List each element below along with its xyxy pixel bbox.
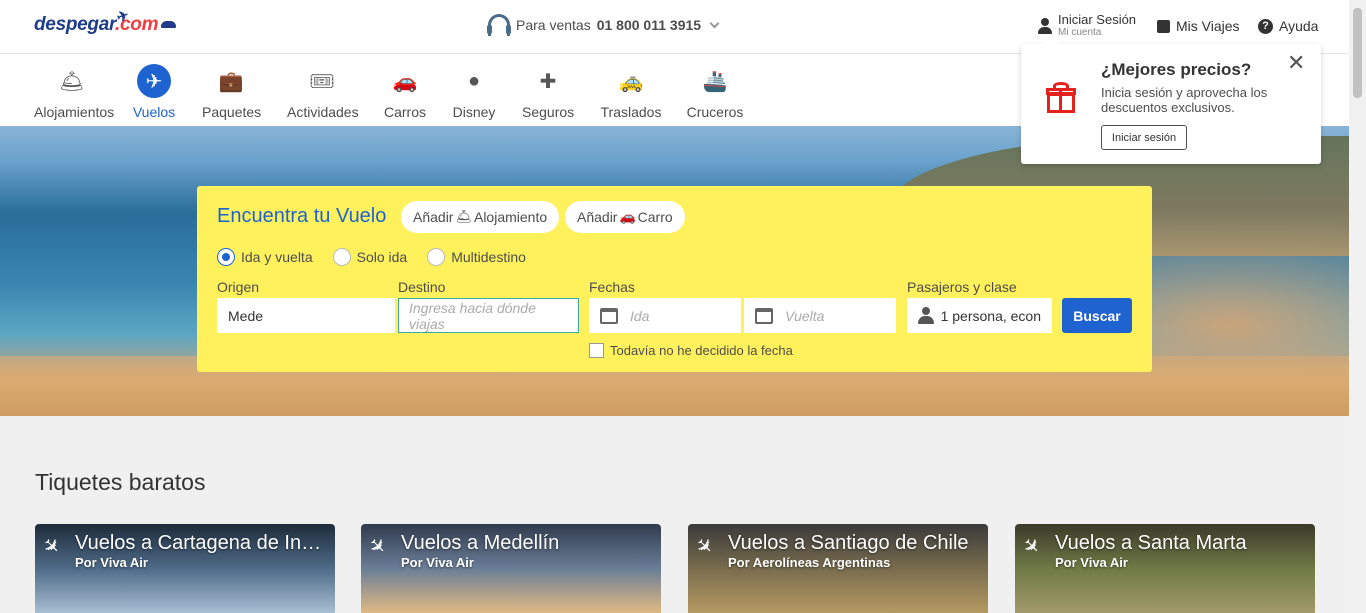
deal-airline: Por Viva Air [75,555,148,570]
passengers-select[interactable]: 1 persona, econ [907,298,1052,333]
destination-label: Destino [398,279,446,295]
mickey-icon: ● [467,69,481,92]
trip-type-group: Ida y vuelta Solo ida Multidestino [217,248,526,266]
search-button[interactable]: Buscar [1062,298,1132,333]
deal-airline: Por Viva Air [1055,555,1128,570]
deal-card[interactable]: ✈ Vuelos a Santiago de Chile Por Aerolín… [688,524,988,613]
product-seguros[interactable]: ✚ Seguros [522,64,575,121]
deal-title: Vuelos a Medellín [401,532,560,554]
calendar-icon [600,307,618,324]
dates-label: Fechas [589,279,635,295]
destination-input[interactable]: Ingresa hacia dónde viajas [398,298,579,333]
page-scrollbar[interactable] [1349,0,1366,613]
my-trips-link[interactable]: Mis Viajes [1157,18,1240,34]
hotel-bell-icon: 🛎 [59,70,85,93]
login-promo-popup: ¿Mejores precios? Inicia sesión y aprove… [1021,44,1321,164]
product-label: Disney [452,104,496,120]
product-paquetes[interactable]: 💼 Paquetes [202,64,262,121]
car-icon: 🚗 [392,70,418,93]
product-vuelos[interactable]: ✈ Vuelos [132,64,176,120]
medical-case-icon: ✚ [539,70,557,93]
calendar-icon [755,307,773,324]
product-carros[interactable]: 🚗 Carros [383,64,427,121]
radio-selected[interactable] [217,248,235,266]
phone-label: Para ventas [516,17,591,33]
despegar-logo[interactable]: despegar.com ✈ [34,7,177,36]
person-icon [918,306,934,325]
popup-login-button[interactable]: Iniciar sesión [1101,125,1187,150]
departure-date-input[interactable]: Ida [589,298,741,333]
popup-title: ¿Mejores precios? [1101,60,1252,79]
product-label: Carros [383,104,426,120]
popup-text: Inicia sesión y aprovecha los descuentos… [1101,85,1268,115]
suitcase-icon [1157,19,1170,33]
deal-title: Vuelos a Santa Marta [1055,532,1247,554]
gift-icon [1046,82,1076,113]
page: despegar.com ✈ Para ventas 01 800 011 391… [0,0,1366,613]
origin-input[interactable]: Mede [217,298,395,333]
user-icon [1038,18,1052,34]
help-icon: ? [1258,18,1273,34]
login-label: Iniciar Sesión [1058,12,1137,27]
phone-number: 01 800 011 3915 [596,17,702,33]
hotel-bell-icon: 🛎 [455,209,472,224]
product-label: Vuelos [132,104,176,120]
section-title: Tiquetes baratos [35,469,206,495]
radio[interactable] [332,248,351,266]
product-alojamientos[interactable]: 🛎 Alojamientos [34,64,114,121]
logo-hat-icon [161,21,177,29]
deal-title: Vuelos a Cartagena de Indias [75,532,325,554]
headset-icon [487,14,511,36]
trip-type-roundtrip[interactable]: Ida y vuelta [217,248,313,266]
flight-search-box: Encuentra tu Vuelo Añadir 🛎 Alojamiento … [197,186,1152,372]
add-car-button[interactable]: Añadir 🚗 Carro [565,201,685,233]
product-label: Paquetes [202,104,262,120]
product-cruceros[interactable]: 🚢 Cruceros [686,64,744,121]
deal-airline: Por Viva Air [401,555,474,570]
plane-icon: ✈ [37,533,65,561]
radio[interactable] [427,248,446,266]
account-sublabel: Mi cuenta [1058,27,1102,38]
ship-icon: 🚢 [702,70,728,93]
plane-icon: ✈ [690,533,718,561]
product-label: Actividades [287,104,359,120]
deal-airline: Por Aerolíneas Argentinas [728,555,891,570]
sales-phone[interactable]: Para ventas 01 800 011 3915 [487,14,720,36]
product-actividades[interactable]: 🎟 Actividades [287,64,359,121]
product-label: Alojamientos [34,104,115,120]
my-trips-label: Mis Viajes [1176,18,1240,34]
deal-title: Vuelos a Santiago de Chile [728,532,969,554]
tickets-icon: 🎟 [309,70,335,93]
chevron-down-icon [709,18,720,28]
taxi-icon: 🚕 [618,70,644,93]
deal-card[interactable]: ✈ Vuelos a Cartagena de Indias Por Viva … [35,524,335,613]
checkbox[interactable] [589,343,604,358]
trip-type-oneway[interactable]: Solo ida [332,248,407,266]
plane-icon: ✈ [137,64,171,98]
trip-type-multidestination[interactable]: Multidestino [427,248,526,266]
plane-icon: ✈ [1017,533,1045,561]
undecided-date-option[interactable]: Todavía no he decidido la fecha [589,343,793,358]
product-traslados[interactable]: 🚕 Traslados [600,64,662,121]
search-title: Encuentra tu Vuelo [217,205,387,227]
return-date-input[interactable]: Vuelta [744,298,896,333]
plane-icon: ✈ [363,533,391,561]
suitcase-icon: 💼 [218,70,244,93]
passengers-label: Pasajeros y clase [907,279,1017,295]
origin-label: Origen [217,279,260,295]
product-label: Seguros [522,104,575,120]
car-icon: 🚗 [619,209,636,224]
help-link[interactable]: ? Ayuda [1258,18,1318,34]
deal-card[interactable]: ✈ Vuelos a Santa Marta Por Viva Air [1015,524,1315,613]
product-label: Traslados [600,104,662,120]
add-hotel-button[interactable]: Añadir 🛎 Alojamiento [401,201,560,233]
product-disney[interactable]: ● Disney [452,64,496,121]
login-menu[interactable]: Iniciar Sesión Mi cuenta [1038,13,1136,38]
deal-card[interactable]: ✈ Vuelos a Medellín Por Viva Air [361,524,661,613]
scrollbar-thumb[interactable] [1353,8,1362,98]
close-icon[interactable]: ✕ [1287,52,1305,74]
help-label: Ayuda [1279,18,1319,34]
product-label: Cruceros [686,104,744,120]
